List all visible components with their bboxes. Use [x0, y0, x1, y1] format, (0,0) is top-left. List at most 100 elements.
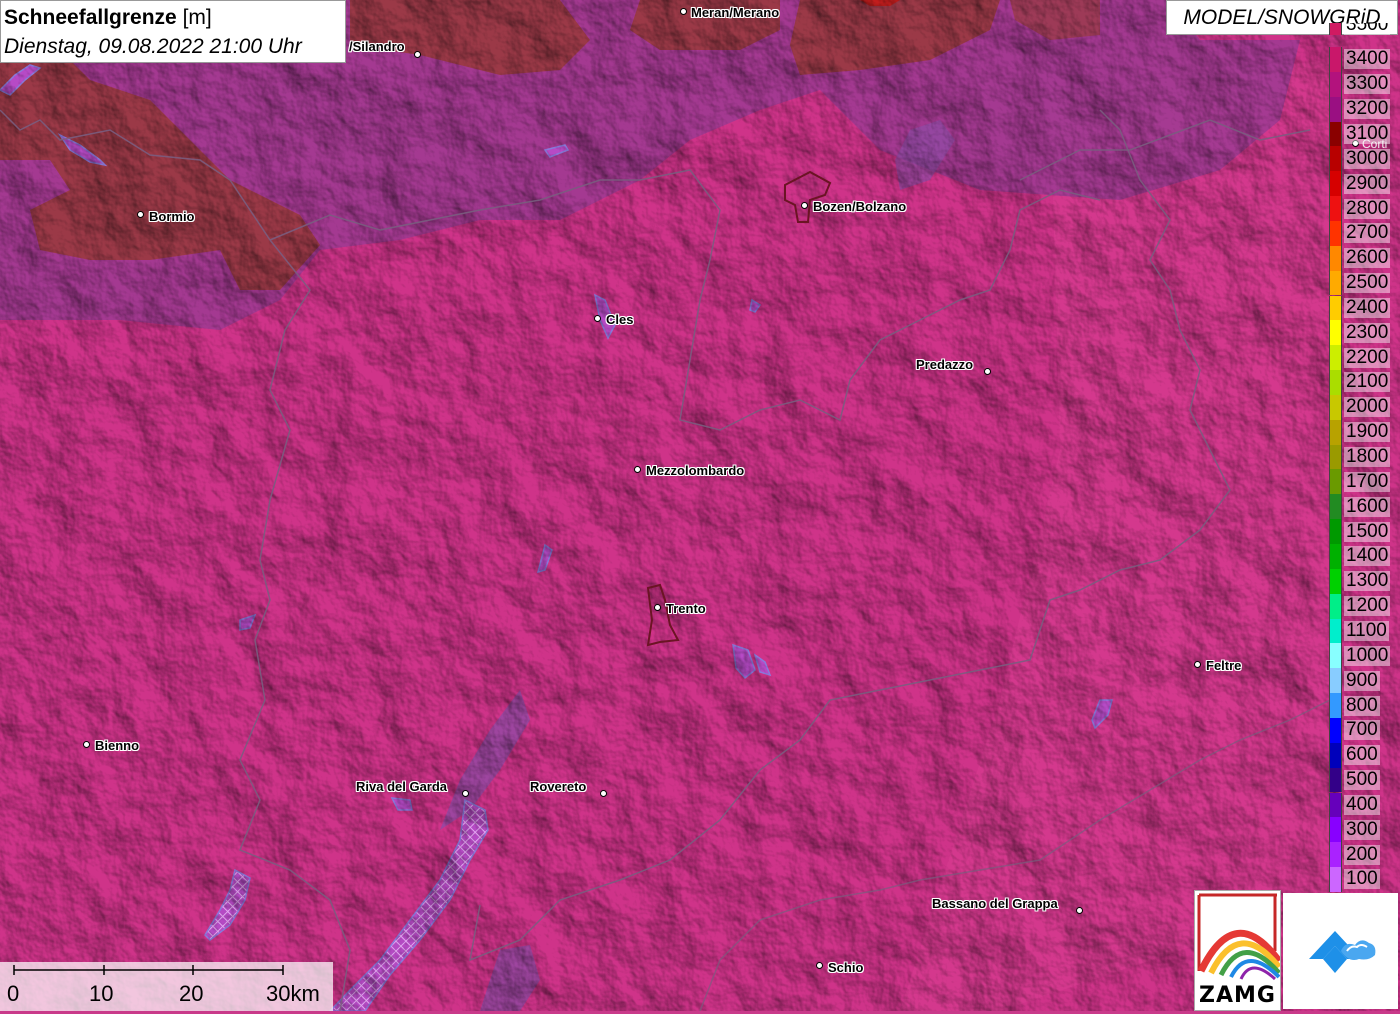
legend-swatch: [1329, 693, 1342, 718]
legend-row-partial: 3500: [1329, 23, 1400, 35]
legend-swatch: [1329, 370, 1342, 395]
legend-swatch: [1329, 668, 1342, 694]
city-dot-mezzolombardo[interactable]: [634, 466, 641, 473]
legend-label: 2300: [1344, 321, 1391, 343]
legend-swatch: [1329, 419, 1342, 445]
legend-row-2000: 2000: [1329, 394, 1400, 420]
city-dot-schio[interactable]: [816, 962, 823, 969]
legend-swatch: [1329, 146, 1342, 172]
legend-label: 200: [1344, 843, 1380, 865]
terrain-shading: [0, 0, 1400, 1011]
city-label-riva: Riva del Garda: [356, 779, 448, 794]
city-dot-riva[interactable]: [462, 790, 469, 797]
legend-row-800: 800: [1329, 693, 1400, 718]
legend-label: 100: [1344, 868, 1380, 890]
city-dot-bassano[interactable]: [1076, 907, 1083, 914]
legend-label: 900: [1344, 669, 1380, 691]
city-dot-rovereto[interactable]: [600, 790, 607, 797]
legend-row-100: 100: [1329, 867, 1400, 892]
city-dot-bolzano[interactable]: [801, 202, 808, 209]
legend-row-2900: 2900: [1329, 171, 1400, 197]
legend-swatch: [1329, 444, 1342, 470]
legend-label: 300: [1344, 818, 1380, 840]
city-dot-bienno[interactable]: [83, 741, 90, 748]
legend-row-2600: 2600: [1329, 245, 1400, 271]
city-label-meran: Meran/Merano: [691, 5, 780, 20]
legend-row-300: 300: [1329, 817, 1400, 843]
legend-label: 2500: [1344, 272, 1391, 294]
legend-label: 2900: [1344, 172, 1391, 194]
city-dot-trento[interactable]: [654, 604, 661, 611]
city-dot-predazzo[interactable]: [984, 368, 991, 375]
legend-label: 600: [1344, 744, 1380, 766]
legend-swatch: [1329, 220, 1342, 246]
legend-swatch: [1329, 817, 1342, 843]
city-dot-silandro[interactable]: [414, 51, 421, 58]
legend-swatch: [1329, 842, 1342, 868]
legend-row-3300: 3300: [1329, 71, 1400, 97]
snowgrid-logo[interactable]: [1283, 893, 1398, 1009]
legend-swatch: [1329, 171, 1342, 197]
city-label-mezzolombardo: Mezzolombardo: [646, 463, 745, 478]
legend-swatch: [1329, 245, 1342, 271]
legend-row-2700: 2700: [1329, 220, 1400, 246]
legend-swatch: [1329, 270, 1342, 296]
city-dot-meran[interactable]: [680, 8, 687, 15]
map-title: Schneefallgrenze: [4, 6, 177, 29]
legend-swatch: [1329, 568, 1342, 594]
legend-swatch: [1329, 196, 1342, 221]
legend-row-1900: 1900: [1329, 419, 1400, 445]
legend-swatch: [1329, 494, 1342, 520]
legend-row-1500: 1500: [1329, 519, 1400, 544]
legend-label: 3400: [1344, 48, 1391, 70]
legend-label: 2800: [1344, 197, 1391, 219]
map-title-unit: [m]: [182, 6, 212, 29]
city-dot-bormio[interactable]: [137, 211, 144, 218]
zamg-logo-text: ZAMG: [1199, 983, 1276, 1008]
legend-row-2300: 2300: [1329, 320, 1400, 346]
snowline-map[interactable]: [0, 0, 1400, 1011]
city-dot-cles[interactable]: [594, 315, 601, 322]
legend-label: 1200: [1344, 595, 1391, 617]
legend-row-200: 200: [1329, 842, 1400, 868]
title-line: Schneefallgrenze [m]: [4, 3, 342, 32]
legend-swatch: [1329, 792, 1342, 818]
legend-label: 1600: [1344, 495, 1391, 517]
legend-row-1100: 1100: [1329, 618, 1400, 644]
legend-swatch: [1329, 121, 1342, 147]
legend-row-1300: 1300: [1329, 568, 1400, 594]
map-timestamp: Dienstag, 09.08.2022 21:00 Uhr: [4, 35, 302, 58]
legend-label: 2200: [1344, 346, 1391, 368]
legend-row-2200: 2200: [1329, 345, 1400, 371]
city-label-feltre: Feltre: [1206, 658, 1242, 673]
legend-swatch: [1329, 96, 1342, 122]
scale-bar: 0 10 20 30km: [0, 962, 333, 1011]
scale-label-30km: 30km: [266, 981, 320, 1006]
city-label-predazzo: Predazzo: [916, 357, 974, 372]
legend-row-2400: 2400: [1329, 295, 1400, 321]
scale-label-0: 0: [7, 981, 20, 1006]
legend-row-3400: 3400: [1329, 47, 1400, 72]
city-dot-feltre[interactable]: [1194, 661, 1201, 668]
legend-swatch: [1329, 519, 1342, 544]
city-label-silandro: /Silandro: [349, 39, 405, 54]
legend-label: 1500: [1344, 520, 1391, 542]
legend-swatch: [1329, 618, 1342, 644]
legend-row-700: 700: [1329, 717, 1400, 743]
legend-swatch: [1329, 47, 1342, 72]
legend-label: 3200: [1344, 98, 1391, 120]
legend-swatch: [1329, 767, 1342, 793]
legend-swatch: [1329, 593, 1342, 619]
city-label-trento: Trento: [666, 601, 706, 616]
snow-cloud-icon: [1309, 931, 1376, 973]
legend-row-2500: 2500: [1329, 270, 1400, 296]
legend-label: 2600: [1344, 247, 1391, 269]
legend-label: 700: [1344, 719, 1380, 741]
legend-row-600: 600: [1329, 742, 1400, 768]
zamg-logo[interactable]: ZAMG: [1194, 890, 1281, 1011]
legend-swatch: [1329, 345, 1342, 371]
legend-label: 400: [1344, 793, 1380, 815]
legend-label: 1700: [1344, 470, 1391, 492]
city-label-bolzano: Bozen/Bolzano: [813, 199, 907, 214]
legend-label: 2700: [1344, 222, 1391, 244]
